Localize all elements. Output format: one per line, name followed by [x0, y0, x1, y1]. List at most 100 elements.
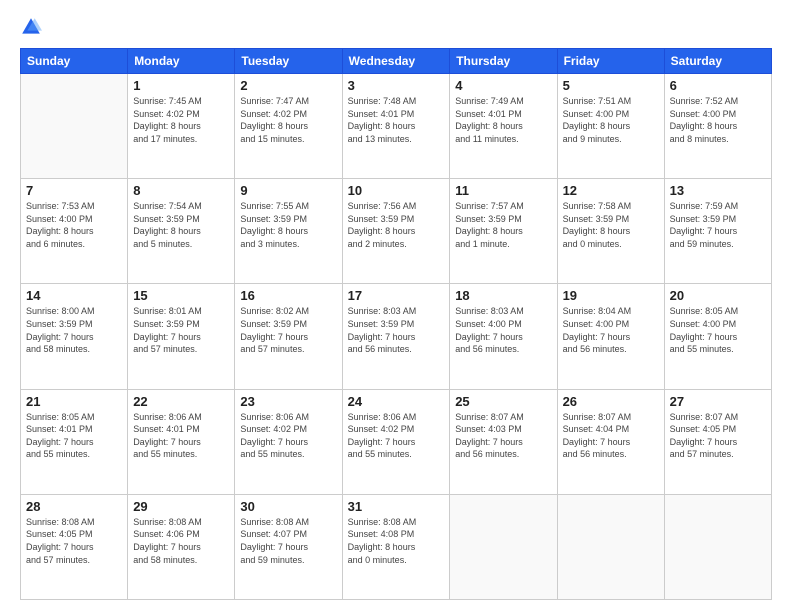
day-number: 22 [133, 394, 229, 409]
day-number: 25 [455, 394, 551, 409]
calendar-cell: 9 Sunrise: 7:55 AM Sunset: 3:59 PM Daylig… [235, 179, 342, 284]
day-header-saturday: Saturday [664, 49, 771, 74]
day-info: Sunrise: 7:45 AM Sunset: 4:02 PM Dayligh… [133, 95, 229, 145]
calendar-cell: 30 Sunrise: 8:08 AM Sunset: 4:07 PM Dayli… [235, 494, 342, 599]
day-info: Sunrise: 7:56 AM Sunset: 3:59 PM Dayligh… [348, 200, 445, 250]
day-number: 19 [563, 288, 659, 303]
day-info: Sunrise: 7:52 AM Sunset: 4:00 PM Dayligh… [670, 95, 766, 145]
day-number: 4 [455, 78, 551, 93]
day-info: Sunrise: 7:58 AM Sunset: 3:59 PM Dayligh… [563, 200, 659, 250]
day-info: Sunrise: 7:49 AM Sunset: 4:01 PM Dayligh… [455, 95, 551, 145]
day-number: 21 [26, 394, 122, 409]
calendar-cell: 24Sunrise: 8:06 AM Sunset: 4:02 PM Dayli… [342, 389, 450, 494]
day-number: 26 [563, 394, 659, 409]
day-number: 20 [670, 288, 766, 303]
calendar-cell: 23 Sunrise: 8:06 AM Sunset: 4:02 PM Dayli… [235, 389, 342, 494]
calendar-cell: 20 Sunrise: 8:05 AM Sunset: 4:00 PM Dayli… [664, 284, 771, 389]
day-number: 5 [563, 78, 659, 93]
calendar-cell [450, 494, 557, 599]
calendar-cell: 10 Sunrise: 7:56 AM Sunset: 3:59 PM Dayli… [342, 179, 450, 284]
day-number: 30 [240, 499, 336, 514]
day-info: Sunrise: 8:08 AM Sunset: 4:08 PM Dayligh… [348, 516, 445, 566]
day-number: 17 [348, 288, 445, 303]
day-info: Sunrise: 7:57 AM Sunset: 3:59 PM Dayligh… [455, 200, 551, 250]
calendar-cell: 11Sunrise: 7:57 AM Sunset: 3:59 PM Dayli… [450, 179, 557, 284]
day-number: 14 [26, 288, 122, 303]
calendar-cell: 8Sunrise: 7:54 AM Sunset: 3:59 PM Daylig… [128, 179, 235, 284]
day-info: Sunrise: 8:06 AM Sunset: 4:02 PM Dayligh… [348, 411, 445, 461]
day-number: 3 [348, 78, 445, 93]
calendar-cell: 31 Sunrise: 8:08 AM Sunset: 4:08 PM Dayli… [342, 494, 450, 599]
day-number: 15 [133, 288, 229, 303]
day-info: Sunrise: 8:03 AM Sunset: 3:59 PM Dayligh… [348, 305, 445, 355]
day-number: 28 [26, 499, 122, 514]
calendar-cell: 3 Sunrise: 7:48 AM Sunset: 4:01 PM Daylig… [342, 74, 450, 179]
day-info: Sunrise: 8:08 AM Sunset: 4:05 PM Dayligh… [26, 516, 122, 566]
calendar-cell [21, 74, 128, 179]
day-number: 8 [133, 183, 229, 198]
day-number: 31 [348, 499, 445, 514]
logo [20, 16, 46, 38]
day-info: Sunrise: 8:05 AM Sunset: 4:00 PM Dayligh… [670, 305, 766, 355]
calendar-cell: 5 Sunrise: 7:51 AM Sunset: 4:00 PM Daylig… [557, 74, 664, 179]
calendar-cell: 15 Sunrise: 8:01 AM Sunset: 3:59 PM Dayli… [128, 284, 235, 389]
day-number: 27 [670, 394, 766, 409]
day-info: Sunrise: 7:51 AM Sunset: 4:00 PM Dayligh… [563, 95, 659, 145]
day-info: Sunrise: 7:48 AM Sunset: 4:01 PM Dayligh… [348, 95, 445, 145]
day-info: Sunrise: 8:07 AM Sunset: 4:03 PM Dayligh… [455, 411, 551, 461]
day-info: Sunrise: 8:07 AM Sunset: 4:05 PM Dayligh… [670, 411, 766, 461]
day-info: Sunrise: 8:08 AM Sunset: 4:06 PM Dayligh… [133, 516, 229, 566]
week-row: 14Sunrise: 8:00 AM Sunset: 3:59 PM Dayli… [21, 284, 772, 389]
day-number: 13 [670, 183, 766, 198]
calendar-cell: 6 Sunrise: 7:52 AM Sunset: 4:00 PM Daylig… [664, 74, 771, 179]
day-number: 2 [240, 78, 336, 93]
day-info: Sunrise: 8:06 AM Sunset: 4:01 PM Dayligh… [133, 411, 229, 461]
calendar-cell: 18Sunrise: 8:03 AM Sunset: 4:00 PM Dayli… [450, 284, 557, 389]
logo-icon [20, 16, 42, 38]
calendar-cell: 2 Sunrise: 7:47 AM Sunset: 4:02 PM Daylig… [235, 74, 342, 179]
day-info: Sunrise: 8:04 AM Sunset: 4:00 PM Dayligh… [563, 305, 659, 355]
calendar-cell [557, 494, 664, 599]
calendar-cell: 29 Sunrise: 8:08 AM Sunset: 4:06 PM Dayli… [128, 494, 235, 599]
day-header-tuesday: Tuesday [235, 49, 342, 74]
calendar: SundayMondayTuesdayWednesdayThursdayFrid… [20, 48, 772, 600]
calendar-cell [664, 494, 771, 599]
calendar-cell: 21 Sunrise: 8:05 AM Sunset: 4:01 PM Dayli… [21, 389, 128, 494]
calendar-cell: 16 Sunrise: 8:02 AM Sunset: 3:59 PM Dayli… [235, 284, 342, 389]
day-number: 16 [240, 288, 336, 303]
day-info: Sunrise: 8:03 AM Sunset: 4:00 PM Dayligh… [455, 305, 551, 355]
day-number: 23 [240, 394, 336, 409]
day-number: 10 [348, 183, 445, 198]
day-info: Sunrise: 8:08 AM Sunset: 4:07 PM Dayligh… [240, 516, 336, 566]
day-number: 9 [240, 183, 336, 198]
calendar-cell: 26 Sunrise: 8:07 AM Sunset: 4:04 PM Dayli… [557, 389, 664, 494]
calendar-cell: 1Sunrise: 7:45 AM Sunset: 4:02 PM Daylig… [128, 74, 235, 179]
calendar-cell: 17 Sunrise: 8:03 AM Sunset: 3:59 PM Dayli… [342, 284, 450, 389]
day-info: Sunrise: 8:06 AM Sunset: 4:02 PM Dayligh… [240, 411, 336, 461]
week-row: 28 Sunrise: 8:08 AM Sunset: 4:05 PM Dayli… [21, 494, 772, 599]
day-info: Sunrise: 7:53 AM Sunset: 4:00 PM Dayligh… [26, 200, 122, 250]
day-number: 29 [133, 499, 229, 514]
week-row: 21 Sunrise: 8:05 AM Sunset: 4:01 PM Dayli… [21, 389, 772, 494]
day-info: Sunrise: 8:07 AM Sunset: 4:04 PM Dayligh… [563, 411, 659, 461]
day-info: Sunrise: 7:47 AM Sunset: 4:02 PM Dayligh… [240, 95, 336, 145]
day-number: 6 [670, 78, 766, 93]
calendar-cell: 12 Sunrise: 7:58 AM Sunset: 3:59 PM Dayli… [557, 179, 664, 284]
day-header-monday: Monday [128, 49, 235, 74]
day-header-friday: Friday [557, 49, 664, 74]
day-header-sunday: Sunday [21, 49, 128, 74]
calendar-cell: 19 Sunrise: 8:04 AM Sunset: 4:00 PM Dayli… [557, 284, 664, 389]
day-header-thursday: Thursday [450, 49, 557, 74]
day-info: Sunrise: 8:01 AM Sunset: 3:59 PM Dayligh… [133, 305, 229, 355]
calendar-cell: 7Sunrise: 7:53 AM Sunset: 4:00 PM Daylig… [21, 179, 128, 284]
day-info: Sunrise: 8:02 AM Sunset: 3:59 PM Dayligh… [240, 305, 336, 355]
day-number: 12 [563, 183, 659, 198]
day-header-wednesday: Wednesday [342, 49, 450, 74]
day-info: Sunrise: 7:59 AM Sunset: 3:59 PM Dayligh… [670, 200, 766, 250]
week-row: 7Sunrise: 7:53 AM Sunset: 4:00 PM Daylig… [21, 179, 772, 284]
calendar-cell: 28 Sunrise: 8:08 AM Sunset: 4:05 PM Dayli… [21, 494, 128, 599]
week-row: 1Sunrise: 7:45 AM Sunset: 4:02 PM Daylig… [21, 74, 772, 179]
day-info: Sunrise: 8:05 AM Sunset: 4:01 PM Dayligh… [26, 411, 122, 461]
calendar-cell: 25 Sunrise: 8:07 AM Sunset: 4:03 PM Dayli… [450, 389, 557, 494]
day-info: Sunrise: 7:55 AM Sunset: 3:59 PM Dayligh… [240, 200, 336, 250]
